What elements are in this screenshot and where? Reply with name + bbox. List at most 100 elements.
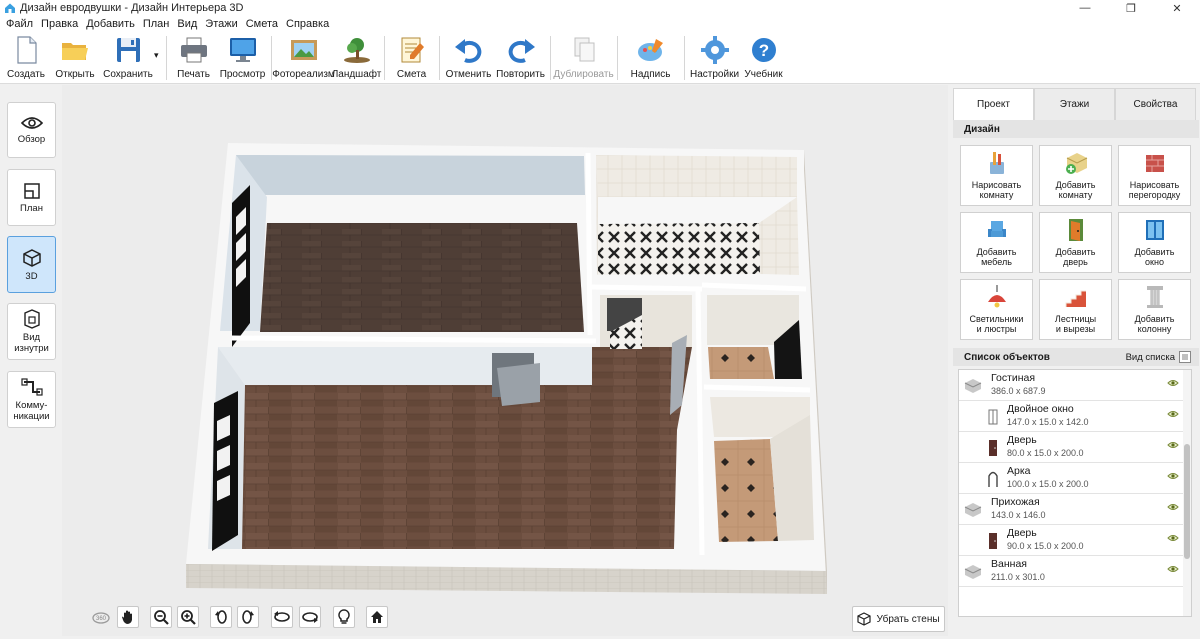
communications-label-line1: Комму- — [15, 400, 48, 411]
plan-button[interactable]: План — [7, 169, 56, 226]
toolbar-separator — [165, 36, 167, 80]
minimize-button[interactable]: — — [1062, 0, 1108, 16]
print-button[interactable]: Печать — [170, 32, 218, 84]
add-furniture-label-1: Добавить — [976, 247, 1017, 257]
visibility-eye-icon[interactable] — [1167, 472, 1179, 480]
zoom-out-button[interactable] — [150, 606, 172, 628]
double-window-icon — [988, 409, 998, 425]
list-item[interactable]: Ванная 211.0 x 301.0 — [959, 556, 1191, 587]
save-dropdown-arrow[interactable]: ▾ — [154, 50, 159, 61]
lamps-button[interactable]: Светильники и люстры — [960, 279, 1033, 340]
stairs-button[interactable]: Лестницы и вырезы — [1039, 279, 1112, 340]
menu-estimate[interactable]: Смета — [242, 18, 282, 30]
3d-viewport[interactable] — [62, 85, 948, 636]
list-item[interactable]: Арка 100.0 x 15.0 x 200.0 — [959, 463, 1191, 494]
add-column-label-2: колонну — [1137, 324, 1172, 334]
list-item[interactable]: Двойное окно 147.0 x 15.0 x 142.0 — [959, 401, 1191, 432]
tab-project[interactable]: Проект — [953, 88, 1034, 120]
list-item[interactable]: Гостиная 386.0 x 687.9 — [959, 370, 1191, 401]
communications-button[interactable]: Комму-никации — [7, 371, 56, 428]
list-view-toggle[interactable]: Вид списка — [1126, 351, 1191, 363]
estimate-button[interactable]: Смета — [388, 32, 436, 84]
add-window-label-1: Добавить — [1134, 247, 1175, 257]
object-name: Двойное окно — [1007, 403, 1074, 415]
rotate-right-button[interactable] — [237, 606, 259, 628]
menu-floors[interactable]: Этажи — [201, 18, 241, 30]
add-column-label-1: Добавить — [1134, 314, 1175, 324]
gear-icon — [700, 36, 729, 64]
tilt-up-button[interactable] — [271, 606, 293, 628]
tab-floors[interactable]: Этажи — [1034, 88, 1115, 120]
pan-button[interactable] — [117, 606, 139, 628]
settings-button[interactable]: Настройки — [688, 32, 742, 84]
overview-button[interactable]: Обзор — [7, 102, 56, 158]
remove-walls-button[interactable]: Убрать стены — [852, 606, 945, 632]
menu-view[interactable]: Вид — [173, 18, 201, 30]
add-furniture-label-2: мебель — [981, 257, 1012, 267]
list-item[interactable]: Дверь 90.0 x 15.0 x 200.0 — [959, 525, 1191, 556]
lighting-button[interactable] — [333, 606, 355, 628]
menu-edit[interactable]: Правка — [37, 18, 82, 30]
label-button[interactable]: Надпись — [621, 32, 681, 84]
object-dims: 143.0 x 146.0 — [991, 510, 1046, 520]
rotate-360-icon: 360 — [92, 612, 110, 624]
visibility-eye-icon[interactable] — [1167, 503, 1179, 511]
maximize-button[interactable]: ❐ — [1108, 0, 1154, 16]
door-panel — [497, 363, 540, 406]
tilt-down-icon — [302, 612, 318, 623]
objects-list[interactable]: Гостиная 386.0 x 687.9 Двойное окно 147.… — [958, 369, 1192, 617]
walls-cube-icon — [857, 612, 872, 626]
duplicate-button[interactable]: Дублировать — [553, 32, 614, 84]
save-button[interactable]: Сохранить — [100, 32, 156, 84]
apartment-3d-render[interactable] — [62, 85, 948, 636]
preview-button[interactable]: Просмотр — [218, 32, 268, 84]
duplicate-icon — [574, 37, 595, 62]
menu-add[interactable]: Добавить — [82, 18, 139, 30]
object-dims: 90.0 x 15.0 x 200.0 — [1007, 541, 1084, 551]
close-button[interactable]: ✕ — [1154, 0, 1200, 16]
add-door-button[interactable]: Добавить дверь — [1039, 212, 1112, 273]
new-document-icon — [17, 36, 37, 64]
menu-file[interactable]: Файл — [2, 18, 37, 30]
menu-plan[interactable]: План — [139, 18, 174, 30]
zoom-in-button[interactable] — [177, 606, 199, 628]
draw-partition-button[interactable]: Нарисовать перегородку — [1118, 145, 1191, 206]
add-window-label-2: окно — [1145, 257, 1164, 267]
open-button[interactable]: Открыть — [50, 32, 100, 84]
communications-label-line2: никации — [13, 411, 50, 422]
add-column-button[interactable]: Добавить колонну — [1118, 279, 1191, 340]
tab-properties[interactable]: Свойства — [1115, 88, 1196, 120]
armchair-icon — [987, 221, 1006, 237]
add-window-button[interactable]: Добавить окно — [1118, 212, 1191, 273]
home-view-button[interactable] — [366, 606, 388, 628]
view-mode-sidebar: Обзор План 3D Вид изнутри Комму-никации — [0, 85, 62, 636]
undo-button[interactable]: Отменить — [443, 32, 495, 84]
create-button[interactable]: Создать — [2, 32, 50, 84]
tilt-down-button[interactable] — [299, 606, 321, 628]
photoreal-button[interactable]: Фотореализм — [272, 32, 335, 84]
print-label: Печать — [177, 69, 210, 80]
visibility-eye-icon[interactable] — [1167, 379, 1179, 387]
visibility-eye-icon[interactable] — [1167, 565, 1179, 573]
scrollbar-thumb[interactable] — [1184, 444, 1190, 559]
toolbar-separator — [383, 36, 385, 80]
draw-room-button[interactable]: Нарисовать комнату — [960, 145, 1033, 206]
objects-scrollbar[interactable] — [1183, 370, 1191, 616]
tutorial-button[interactable]: ? Учебник — [742, 32, 786, 84]
rotate-left-button[interactable] — [210, 606, 232, 628]
view-3d-button[interactable]: 3D — [7, 236, 56, 293]
redo-button[interactable]: Повторить — [495, 32, 547, 84]
menu-help[interactable]: Справка — [282, 18, 333, 30]
landscape-button[interactable]: Ландшафт — [332, 32, 381, 84]
rotate-left-icon — [215, 610, 227, 624]
visibility-eye-icon[interactable] — [1167, 410, 1179, 418]
add-room-button[interactable]: Добавить комнату — [1039, 145, 1112, 206]
rotate-360-button[interactable]: 360 — [90, 606, 112, 628]
visibility-eye-icon[interactable] — [1167, 441, 1179, 449]
inside-view-button[interactable]: Вид изнутри — [7, 303, 56, 360]
list-item[interactable]: Прихожая 143.0 x 146.0 — [959, 494, 1191, 525]
objects-header-label: Список объектов — [964, 351, 1050, 363]
add-furniture-button[interactable]: Добавить мебель — [960, 212, 1033, 273]
visibility-eye-icon[interactable] — [1167, 534, 1179, 542]
list-item[interactable]: Дверь 80.0 x 15.0 x 200.0 — [959, 432, 1191, 463]
